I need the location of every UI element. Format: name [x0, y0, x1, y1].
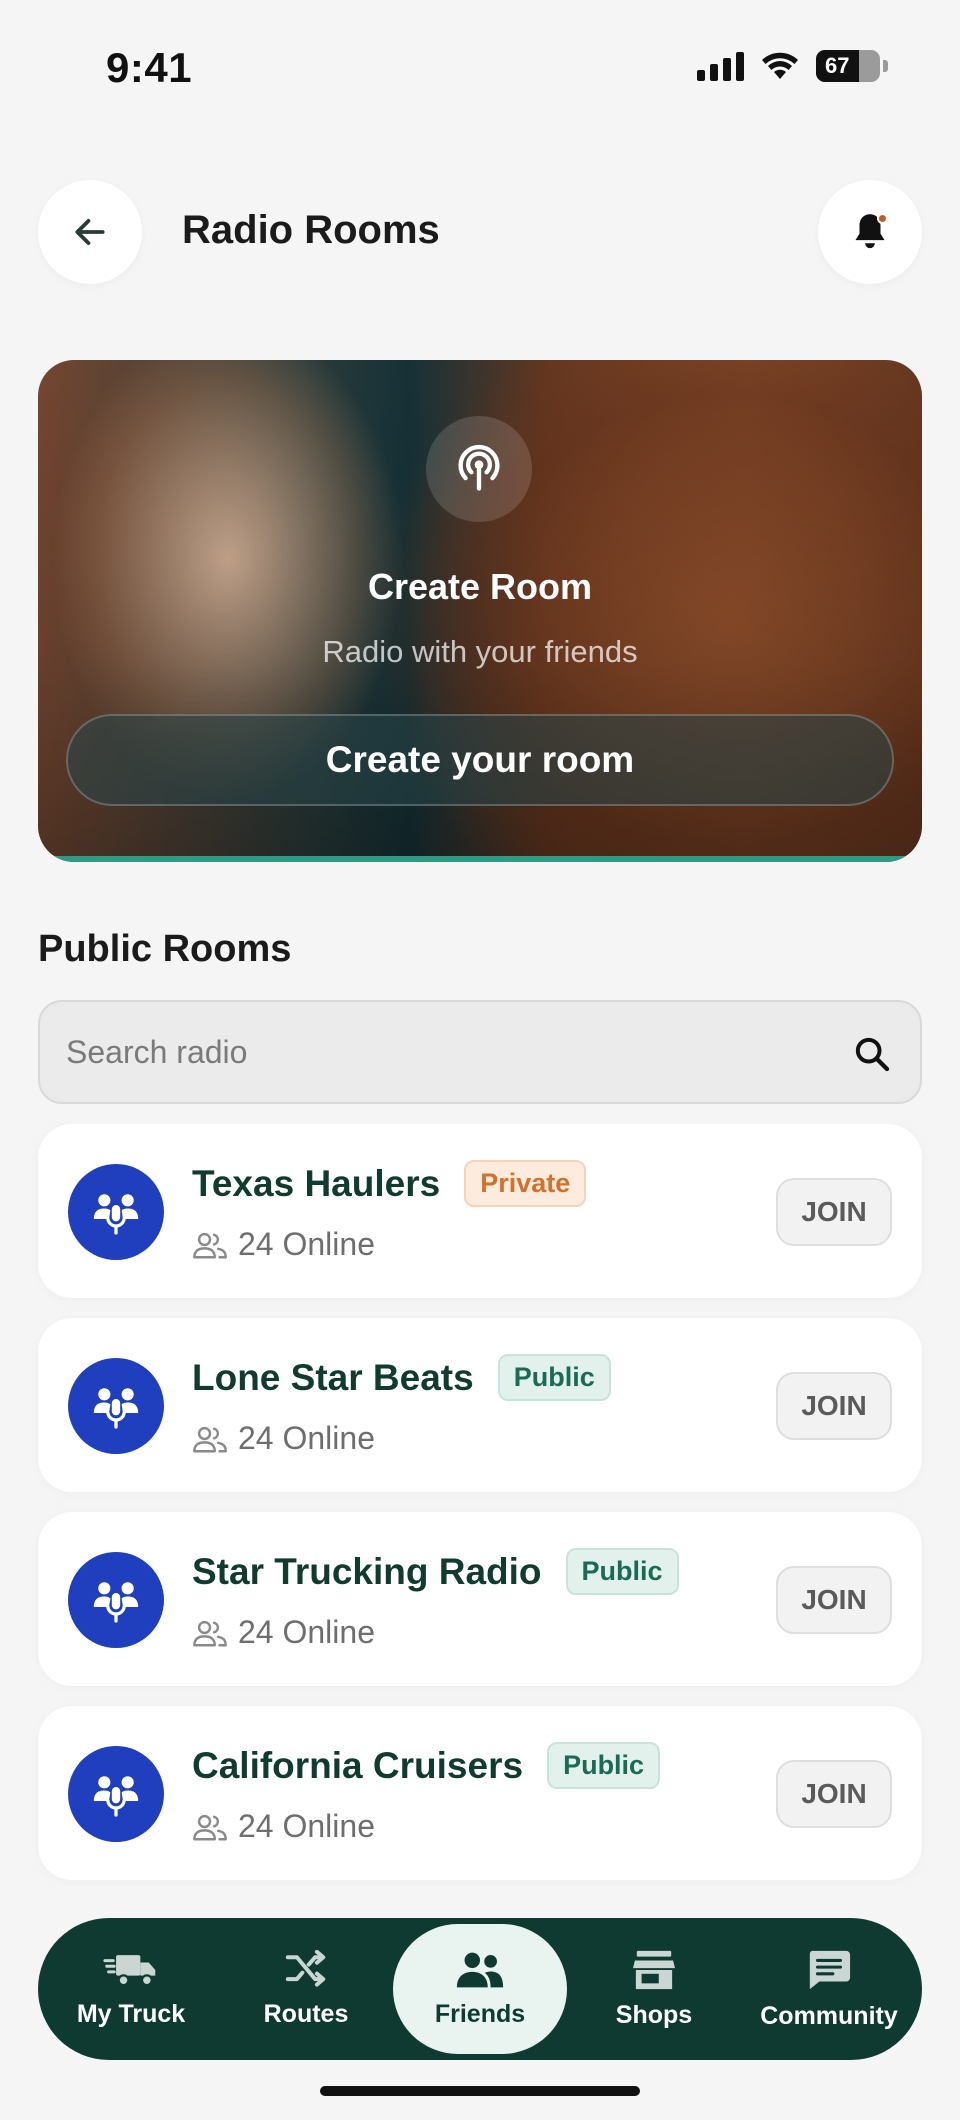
create-room-card: Create Room Radio with your friends Crea… [38, 360, 922, 862]
battery-icon: 67 [816, 50, 880, 82]
room-card[interactable]: Texas Haulers Private 24 Online JOIN [38, 1124, 922, 1298]
join-button[interactable]: JOIN [776, 1760, 892, 1828]
room-name-row: California Cruisers Public [192, 1742, 661, 1789]
truck-icon [103, 1954, 156, 1986]
room-card[interactable]: Star Trucking Radio Public 24 Online JOI… [38, 1512, 922, 1686]
privacy-badge: Public [547, 1742, 661, 1789]
room-name-row: Texas Haulers Private [192, 1160, 587, 1207]
hero-icon-circle [426, 416, 532, 522]
hero-accent-bar [38, 856, 922, 862]
online-count-row: 24 Online [192, 1420, 375, 1457]
bottom-nav: My Truck Routes Friends Shops Community [38, 1918, 922, 2060]
notifications-button[interactable] [818, 180, 922, 284]
room-name: California Cruisers [192, 1744, 524, 1786]
nav-label: Community [760, 2001, 898, 2030]
section-title-public-rooms: Public Rooms [38, 928, 292, 970]
nav-item-my-truck[interactable]: My Truck [56, 1918, 206, 2060]
room-name: Texas Haulers [192, 1162, 441, 1204]
cellular-signal-icon [697, 51, 744, 81]
people-icon [456, 1952, 504, 1987]
room-name: Star Trucking Radio [192, 1550, 542, 1592]
room-name-row: Star Trucking Radio Public [192, 1548, 679, 1595]
back-button[interactable] [38, 180, 142, 284]
broadcast-icon [458, 444, 500, 491]
group-mic-icon [93, 1194, 139, 1235]
privacy-badge: Private [464, 1160, 587, 1207]
group-mic-icon [93, 1776, 139, 1817]
nav-item-community[interactable]: Community [754, 1918, 904, 2060]
room-name-row: Lone Star Beats Public [192, 1354, 611, 1401]
arrow-left-icon [75, 219, 105, 245]
status-icons: 67 [697, 50, 888, 82]
room-avatar [68, 1358, 164, 1454]
users-icon [193, 1620, 227, 1646]
hero-title: Create Room [367, 566, 593, 607]
online-count-row: 24 Online [192, 1808, 375, 1845]
notification-dot [877, 213, 888, 224]
online-count-row: 24 Online [192, 1226, 375, 1263]
join-button[interactable]: JOIN [776, 1566, 892, 1634]
search-box[interactable] [38, 1000, 922, 1104]
privacy-badge: Public [497, 1354, 611, 1401]
online-count: 24 Online [238, 1614, 375, 1650]
group-mic-icon [93, 1582, 139, 1623]
page-title: Radio Rooms [182, 208, 440, 252]
nav-item-friends[interactable]: Friends [393, 1924, 567, 2054]
nav-label: Shops [615, 2000, 693, 2029]
nav-label: Routes [263, 1999, 349, 2028]
group-mic-icon [93, 1388, 139, 1429]
users-icon [193, 1232, 227, 1258]
join-button[interactable]: JOIN [776, 1372, 892, 1440]
room-avatar [68, 1552, 164, 1648]
online-count: 24 Online [238, 1226, 375, 1262]
home-indicator [320, 2086, 640, 2096]
search-icon[interactable] [852, 1034, 892, 1074]
room-card[interactable]: Lone Star Beats Public 24 Online JOIN [38, 1318, 922, 1492]
status-bar: 9:41 67 [0, 0, 960, 140]
room-avatar [68, 1164, 164, 1260]
battery-level: 67 [825, 53, 850, 78]
status-time: 9:41 [106, 44, 193, 91]
shuffle-icon [285, 1949, 326, 1987]
online-count-row: 24 Online [192, 1614, 375, 1651]
room-avatar [68, 1746, 164, 1842]
online-count: 24 Online [238, 1420, 375, 1456]
create-your-room-button[interactable]: Create your room [66, 714, 894, 806]
users-icon [193, 1426, 227, 1452]
nav-label: Friends [434, 1999, 526, 2028]
nav-label: My Truck [76, 1999, 186, 2028]
room-card[interactable]: California Cruisers Public 24 Online JOI… [38, 1706, 922, 1880]
chat-icon [809, 1950, 851, 1989]
users-icon [193, 1814, 227, 1840]
hero-subtitle: Radio with your friends [322, 634, 638, 669]
store-icon [633, 1950, 675, 1989]
privacy-badge: Public [565, 1548, 679, 1595]
nav-item-routes[interactable]: Routes [231, 1918, 381, 2060]
online-count: 24 Online [238, 1808, 375, 1844]
search-input[interactable] [66, 1002, 826, 1102]
join-button[interactable]: JOIN [776, 1178, 892, 1246]
wifi-icon [762, 52, 798, 79]
nav-item-shops[interactable]: Shops [579, 1918, 729, 2060]
room-name: Lone Star Beats [192, 1356, 474, 1398]
